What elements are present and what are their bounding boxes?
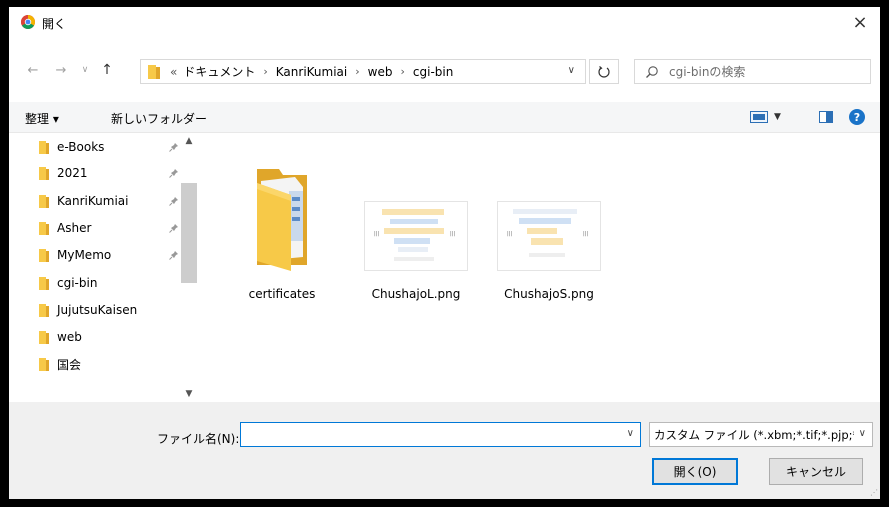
breadcrumb-cgi-bin[interactable]: cgi-bin <box>413 65 453 79</box>
preview-pane-icon <box>819 111 833 123</box>
recent-locations-chevron-icon[interactable]: ∨ <box>77 62 93 78</box>
scroll-down-icon[interactable]: ▼ <box>181 386 197 402</box>
folder-icon <box>39 166 49 180</box>
folder-icon <box>39 194 49 208</box>
search-input[interactable] <box>667 63 861 80</box>
forward-arrow-icon[interactable]: → <box>53 62 69 78</box>
svg-text:|||: ||| <box>450 231 455 237</box>
close-button[interactable]: × <box>840 7 880 37</box>
filename-combobox[interactable]: ∨ <box>240 422 641 447</box>
svg-text:|||: ||| <box>507 231 512 237</box>
help-button[interactable]: ? <box>849 109 865 125</box>
nav-item-label: KanriKumiai <box>57 194 129 208</box>
nav-item-label: web <box>57 330 82 344</box>
refresh-button[interactable] <box>589 59 619 84</box>
folder-icon <box>39 357 49 371</box>
pin-icon <box>169 195 179 209</box>
breadcrumb-separator[interactable]: › <box>355 65 359 78</box>
chevron-down-icon[interactable]: ∨ <box>568 65 575 76</box>
back-arrow-icon[interactable]: ← <box>25 62 41 78</box>
filename-input[interactable] <box>245 423 619 446</box>
nav-item-jujutsukaisen[interactable]: JujutsuKaisen <box>39 297 179 323</box>
nav-item-cgi-bin[interactable]: cgi-bin <box>39 270 179 296</box>
folder-icon <box>39 276 49 290</box>
file-name: ChushajoL.png <box>371 287 461 301</box>
preview-pane-button[interactable] <box>819 109 833 125</box>
pin-icon <box>169 249 179 263</box>
search-box[interactable] <box>634 59 871 84</box>
bottom-panel: ファイル名(N): ∨ カスタム ファイル (*.xbm;*.tif;*.pjp… <box>9 402 880 499</box>
nav-item-label: Asher <box>57 221 92 235</box>
nav-item-label: cgi-bin <box>57 276 98 290</box>
file-list: certificates ||| ||| ChushajoL.png ||| |… <box>199 133 880 402</box>
pin-icon <box>169 167 179 181</box>
folder-icon <box>257 169 307 271</box>
nav-item-label: MyMemo <box>57 248 112 262</box>
breadcrumb-overflow[interactable]: « <box>170 65 177 79</box>
file-type-select[interactable]: カスタム ファイル (*.xbm;*.tif;*.pjp;* ∨ <box>649 422 873 447</box>
folder-icon <box>39 303 49 317</box>
view-icon <box>750 111 768 123</box>
svg-text:|||: ||| <box>583 231 588 237</box>
image-thumbnail-icon: ||| ||| <box>497 201 601 271</box>
file-item-chushajos[interactable]: ||| ||| ChushajoS.png <box>494 153 604 301</box>
breadcrumb-kanrikumiai[interactable]: KanriKumiai <box>276 65 347 79</box>
nav-item-asher[interactable]: Asher <box>39 215 179 241</box>
nav-item-label: JujutsuKaisen <box>57 303 138 317</box>
cancel-button[interactable]: キャンセル <box>769 458 863 485</box>
breadcrumb-separator[interactable]: › <box>263 65 267 78</box>
breadcrumb-separator[interactable]: › <box>400 65 404 78</box>
title-bar: 開く × <box>9 7 880 37</box>
address-row: ← → ∨ ↑ « ドキュメント › KanriKumiai › web › c… <box>9 54 880 88</box>
chevron-down-icon: ▼ <box>774 112 781 122</box>
change-view-button[interactable]: ▼ <box>750 109 781 125</box>
nav-item-label: 2021 <box>57 166 88 180</box>
chrome-icon <box>21 15 35 29</box>
close-icon: × <box>852 11 868 33</box>
scroll-up-icon[interactable]: ▲ <box>181 133 197 149</box>
scroll-thumb[interactable] <box>181 183 197 283</box>
folder-icon <box>39 330 49 344</box>
address-bar[interactable]: « ドキュメント › KanriKumiai › web › cgi-bin ∨ <box>140 59 586 84</box>
open-button[interactable]: 開く(O) <box>652 458 738 485</box>
chevron-down-icon[interactable]: ∨ <box>627 428 634 439</box>
filename-label: ファイル名(N): <box>157 432 240 446</box>
organize-button[interactable]: 整理 ▾ <box>25 110 59 127</box>
chevron-down-icon: ∨ <box>858 428 866 439</box>
breadcrumb-web[interactable]: web <box>368 65 393 79</box>
search-icon <box>646 65 658 78</box>
refresh-icon <box>598 65 610 78</box>
open-file-dialog: 開く × ← → ∨ ↑ « ドキュメント › KanriKumiai › we… <box>9 7 880 499</box>
image-thumbnail-icon: ||| ||| <box>364 201 468 271</box>
nav-item-e-books[interactable]: e-Books <box>39 134 179 160</box>
nav-scrollbar[interactable]: ▲ ▼ <box>181 133 197 402</box>
pin-icon <box>169 222 179 236</box>
file-type-value: カスタム ファイル (*.xbm;*.tif;*.pjp;* <box>654 427 854 442</box>
up-arrow-icon[interactable]: ↑ <box>99 62 115 78</box>
resize-grip-icon[interactable]: ⋰ <box>870 488 878 497</box>
command-bar: 整理 ▾ 新しいフォルダー ▼ ? <box>9 102 880 133</box>
folder-icon <box>39 140 49 154</box>
help-icon: ? <box>849 109 865 125</box>
nav-item-kokkai[interactable]: 国会 <box>39 351 179 377</box>
nav-item-kanrikumiai[interactable]: KanriKumiai <box>39 188 179 214</box>
nav-item-web[interactable]: web <box>39 324 179 350</box>
file-name: certificates <box>248 287 316 301</box>
folder-icon <box>148 64 160 79</box>
new-folder-button[interactable]: 新しいフォルダー <box>111 110 207 127</box>
file-item-chushajol[interactable]: ||| ||| ChushajoL.png <box>361 153 471 301</box>
folder-icon <box>39 221 49 235</box>
navigation-pane: e-Books 2021 KanriKumiai Asher MyMemo cg… <box>9 133 197 402</box>
file-item-certificates[interactable]: certificates <box>227 153 337 301</box>
svg-text:|||: ||| <box>374 231 379 237</box>
folder-icon <box>39 248 49 262</box>
nav-item-label: e-Books <box>57 140 105 154</box>
pin-icon <box>169 141 179 155</box>
breadcrumb-documents[interactable]: ドキュメント <box>183 63 255 80</box>
nav-item-2021[interactable]: 2021 <box>39 160 179 186</box>
nav-item-mymemo[interactable]: MyMemo <box>39 242 179 268</box>
window-title: 開く <box>42 17 67 31</box>
nav-item-label: 国会 <box>57 357 82 372</box>
file-name: ChushajoS.png <box>504 287 594 301</box>
